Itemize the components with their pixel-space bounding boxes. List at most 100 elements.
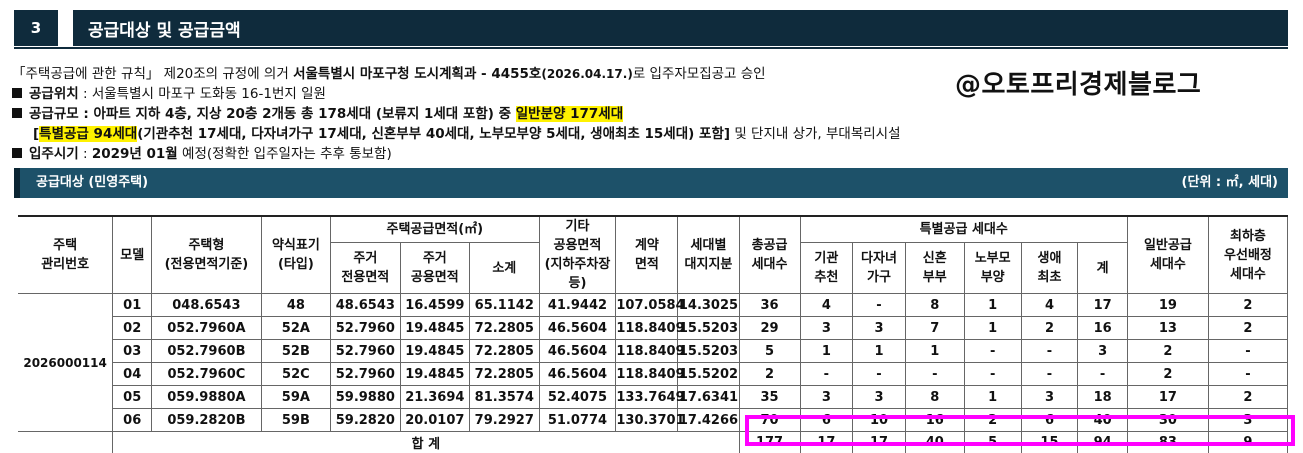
table-cell: 4 — [799, 293, 854, 317]
scale-label: 공급규모 — [29, 106, 79, 122]
scale-value: : 아파트 지하 4층, 지상 20층 2개동 총 178세대 (보류지 1세대… — [78, 106, 516, 122]
table-cell: 19 — [1126, 293, 1209, 317]
location-value: : 서울특별시 마포구 도화동 16-1번지 일원 — [78, 86, 326, 102]
table-cell: 2 — [1020, 316, 1079, 340]
table-cell: 52.7960 — [330, 362, 401, 386]
col-contract-area: 계약 면적 — [615, 215, 679, 294]
table-cell: 8 — [904, 293, 965, 317]
table-cell: - — [852, 293, 906, 317]
col-other-common: 기타 공용면적 (지하주차장등) — [538, 215, 617, 294]
table-cell: 8 — [904, 385, 965, 409]
col-mgmt-no: 주택 관리번호 — [18, 215, 114, 294]
col-lowest-floor: 최하층 우선배정 세대수 — [1207, 215, 1289, 294]
table-cell: 05 — [112, 385, 153, 409]
table-cell: 52C — [260, 362, 332, 386]
table-cell: 4 — [1020, 293, 1079, 317]
movein-line: 입주시기 : 2029년 01월 예정(정확한 입주일자는 추후 통보함) — [12, 143, 392, 165]
col-land-share: 세대별 대지지분 — [677, 215, 740, 294]
movein-label: 입주시기 — [29, 146, 79, 162]
table-cell: 1 — [963, 293, 1022, 317]
col-total-supply: 총공급 세대수 — [738, 215, 801, 294]
table-cell: - — [1020, 339, 1079, 363]
col-model: 모델 — [112, 215, 153, 294]
scale-detail-line: [특별공급 94세대(기관추천 17세대, 다자녀가구 17세대, 신혼부부 4… — [33, 123, 901, 145]
col-supply-area: 주택공급면적(㎡) — [330, 215, 540, 244]
header-divider — [14, 47, 1288, 49]
table-cell: 21.3694 — [399, 385, 471, 409]
table-cell: 72.2805 — [469, 339, 540, 363]
approval-date: (2026.04.17.) — [541, 67, 633, 81]
table-cell: 3 — [1020, 385, 1079, 409]
table-cell: 052.7960B — [151, 339, 262, 363]
table-cell: 46.5604 — [538, 339, 617, 363]
unit-label: (단위 : ㎡, 세대) — [1181, 175, 1278, 190]
table-cell: 36 — [738, 293, 801, 317]
col-special-sum: 계 — [1077, 242, 1128, 294]
table-cell: 7 — [904, 316, 965, 340]
table-cell: 17 — [1126, 385, 1209, 409]
table-cell: - — [1207, 339, 1289, 363]
table-cell: - — [1020, 362, 1079, 386]
table-cell: 15.5203 — [677, 316, 740, 340]
table-cell: 17 — [1077, 293, 1128, 317]
watermark: @오토프리경제블로그 — [955, 70, 1202, 100]
table-cell: 48.6543 — [330, 293, 401, 317]
table-row: 04 052.7960C 52C 52.7960 19.4845 72.2805 46.56… — [18, 362, 1289, 386]
table-cell: 16.4599 — [399, 293, 471, 317]
table-cell: 1 — [904, 339, 965, 363]
table-cell: 65.1142 — [469, 293, 540, 317]
table-cell: 06 — [112, 408, 153, 432]
special-supply-highlight: 특별공급 94세대 — [39, 126, 138, 142]
table-cell: 02 — [112, 316, 153, 340]
table-cell: 51.0774 — [538, 408, 617, 432]
table-cell: 20.0107 — [399, 408, 471, 432]
approval-suffix: 로 입주자모집공고 승인 — [632, 66, 766, 82]
total-label: 합 계 — [112, 431, 740, 453]
table-cell: 52B — [260, 339, 332, 363]
section-title: 공급대상 및 공급금액 — [73, 10, 1288, 46]
mgmt-number-cell: 2026000114 — [18, 293, 114, 432]
table-cell: 2 — [1126, 362, 1209, 386]
table-cell: 46.5604 — [538, 316, 617, 340]
table-cell: - — [963, 339, 1022, 363]
blank-cell — [18, 431, 114, 453]
table-cell: 052.7960C — [151, 362, 262, 386]
table-cell: 19.4845 — [399, 339, 471, 363]
table-cell: 81.3574 — [469, 385, 540, 409]
table-cell: - — [904, 362, 965, 386]
table-cell: 3 — [799, 316, 854, 340]
col-abbr: 약식표기 (타입) — [260, 215, 332, 294]
table-row: 05 059.9880A 59A 59.9880 21.3694 81.3574 52.40… — [18, 385, 1289, 409]
location-label: 공급위치 — [29, 86, 79, 102]
special-supply-detail: (기관추천 17세대, 다자녀가구 17세대, 신혼부부 40세대, 노부모부양… — [137, 126, 731, 142]
col-institution: 기관 추천 — [799, 242, 854, 294]
facility-note: 및 단지내 상가, 부대복리시설 — [730, 126, 901, 142]
table-cell: - — [1207, 362, 1289, 386]
table-cell: 72.2805 — [469, 362, 540, 386]
supply-subheader: 공급대상 (민영주택) (단위 : ㎡, 세대) — [14, 168, 1288, 198]
table-cell: 130.3701 — [615, 408, 685, 432]
table-cell: 59.9880 — [330, 385, 401, 409]
table-row: 02 052.7960A 52A 52.7960 19.4845 72.2805 46.56… — [18, 316, 1289, 340]
col-common-area: 주거 공용면적 — [399, 242, 471, 294]
table-cell: 1 — [963, 316, 1022, 340]
table-cell: 13 — [1126, 316, 1209, 340]
table-cell: 2 — [738, 362, 801, 386]
table-cell: 04 — [112, 362, 153, 386]
approval-line: 「주택공급에 관한 규칙」 제20조의 규정에 의거 서울특별시 마포구청 도시… — [12, 63, 766, 85]
table-cell: 2 — [1207, 316, 1289, 340]
subheader-title: 공급대상 (민영주택) — [36, 175, 149, 190]
bullet-square-icon — [12, 88, 22, 98]
table-cell: 52A — [260, 316, 332, 340]
bullet-square-icon — [12, 108, 22, 118]
table-cell: 17.6341 — [677, 385, 740, 409]
col-elderly: 노부모 부양 — [963, 242, 1022, 294]
table-cell: 059.9880A — [151, 385, 262, 409]
table-cell: 19.4845 — [399, 316, 471, 340]
table-cell: 52.4075 — [538, 385, 617, 409]
table-cell: - — [963, 362, 1022, 386]
table-cell: 52.7960 — [330, 316, 401, 340]
table-cell: 01 — [112, 293, 153, 317]
section-header: 3 공급대상 및 공급금액 — [14, 10, 1288, 46]
table-cell: 14.3025 — [677, 293, 740, 317]
